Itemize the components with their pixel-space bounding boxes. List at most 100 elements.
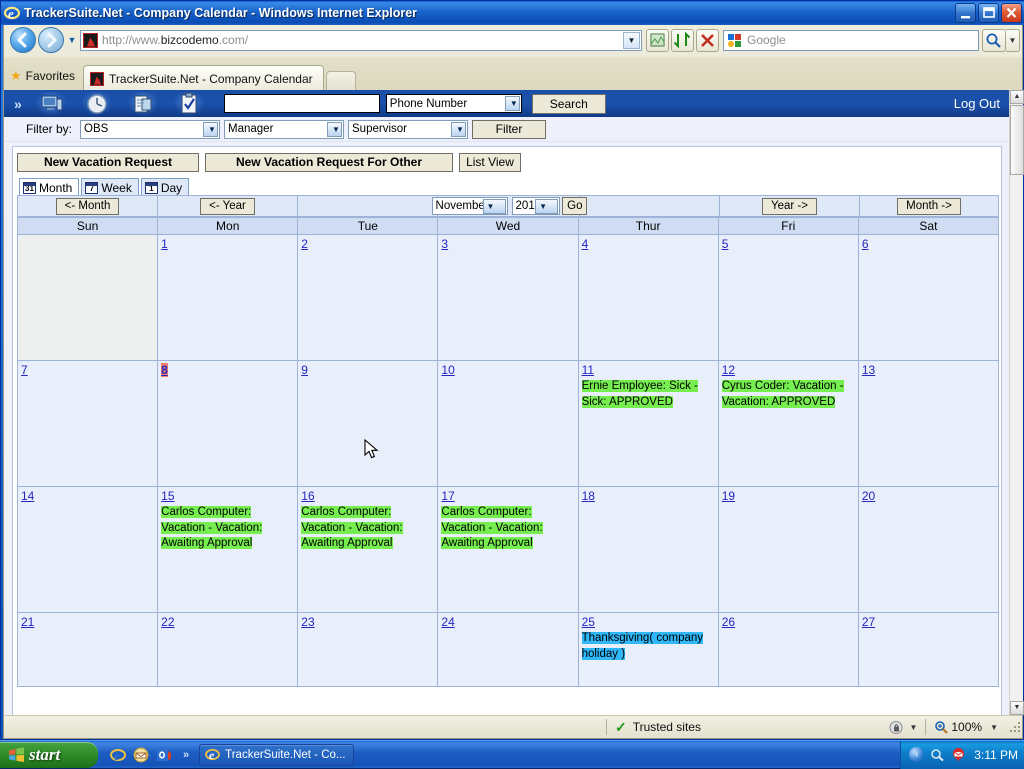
computer-icon[interactable] — [35, 91, 66, 116]
calendar-day-cell[interactable]: 8 — [158, 361, 299, 487]
day-number-link[interactable]: 8 — [161, 363, 168, 377]
day-number-link[interactable]: 15 — [161, 489, 174, 503]
filter-manager-select[interactable]: Manager ▼ — [224, 119, 345, 139]
calendar-day-cell[interactable]: 15 Carlos Computer: Vacation - Vacation: … — [158, 487, 299, 613]
day-number-link[interactable]: 21 — [21, 615, 34, 629]
next-month-button[interactable]: Month -> — [897, 197, 961, 215]
calendar-event[interactable]: Ernie Employee: Sick - Sick: APPROVED — [581, 378, 715, 409]
prev-year-button[interactable]: <- Year — [200, 197, 255, 215]
zoom-level[interactable]: 100% ▼ — [928, 716, 1004, 738]
address-dropdown-icon[interactable]: ▼ — [623, 31, 640, 49]
chevron-down-icon[interactable]: ▼ — [482, 199, 506, 214]
close-button[interactable] — [1001, 3, 1022, 23]
chevron-down-icon[interactable]: ▼ — [504, 96, 520, 111]
calendar-event[interactable]: Cyrus Coder: Vacation - Vacation: APPROV… — [721, 378, 855, 409]
calendar-day-cell[interactable]: 22 — [158, 613, 299, 687]
calendar-day-cell[interactable]: 6 — [858, 235, 999, 361]
calendar-day-cell[interactable]: 25 Thanksgiving( company holiday ) — [578, 613, 719, 687]
minimize-button[interactable] — [955, 3, 976, 23]
refresh-icon[interactable] — [671, 28, 694, 52]
day-number-link[interactable]: 23 — [301, 615, 314, 629]
chevron-down-icon[interactable]: ▼ — [909, 723, 917, 732]
day-number-link[interactable]: 1 — [161, 237, 168, 251]
search-input[interactable]: Google — [723, 29, 979, 51]
stop-icon[interactable] — [696, 28, 719, 52]
day-number-link[interactable]: 16 — [301, 489, 314, 503]
calendar-day-cell[interactable]: 20 — [858, 487, 999, 613]
day-number-link[interactable]: 10 — [441, 363, 454, 377]
day-number-link[interactable]: 2 — [301, 237, 308, 251]
calendar-day-cell[interactable]: 14 — [17, 487, 159, 613]
tab-month[interactable]: 31 Month — [19, 178, 80, 196]
compatibility-view-icon[interactable] — [646, 28, 669, 52]
mail-tray-icon[interactable] — [951, 747, 966, 762]
day-number-link[interactable]: 4 — [582, 237, 589, 251]
tab-day[interactable]: 1 Day — [140, 178, 190, 196]
calendar-event-label[interactable]: Carlos Computer: Vacation - Vacation: Aw… — [161, 506, 263, 549]
chevron-down-icon[interactable]: ▼ — [327, 121, 343, 137]
filter-button[interactable]: Filter — [472, 119, 547, 139]
chevron-down-icon[interactable]: ▼ — [535, 199, 559, 214]
quick-launch-chevron-icon[interactable]: » — [183, 749, 189, 761]
volume-tray-icon[interactable] — [930, 747, 945, 762]
app-menu-chevron-icon[interactable]: » — [14, 96, 22, 112]
day-number-link[interactable]: 5 — [722, 237, 729, 251]
calendar-event[interactable]: Carlos Computer: Vacation - Vacation: Aw… — [301, 504, 434, 551]
calendar-day-cell[interactable]: 5 — [718, 235, 859, 361]
calendar-event[interactable]: Carlos Computer: Vacation - Vacation: Aw… — [161, 504, 294, 551]
day-number-link[interactable]: 13 — [862, 363, 875, 377]
clock-icon[interactable] — [81, 91, 112, 116]
day-number-link[interactable]: 22 — [161, 615, 174, 629]
filter-supervisor-select[interactable]: Supervisor ▼ — [348, 119, 469, 139]
calendar-day-cell[interactable]: 1 — [158, 235, 299, 361]
calendar-day-cell[interactable]: 21 — [17, 613, 159, 687]
calendar-event-label[interactable]: Ernie Employee: Sick - Sick: APPROVED — [581, 380, 698, 408]
security-zone[interactable]: ✓ Trusted sites — [609, 716, 707, 738]
logout-link[interactable]: Log Out — [954, 96, 1000, 111]
search-type-select[interactable]: Phone Number ▼ — [385, 94, 522, 113]
mail-quick-icon[interactable] — [133, 747, 149, 763]
show-hidden-icons-button[interactable]: ‹ — [909, 747, 925, 762]
favorites-button[interactable]: ★ Favorites — [4, 65, 83, 87]
calendar-day-cell[interactable]: 27 — [858, 613, 999, 687]
history-dropdown-icon[interactable]: ▼ — [64, 35, 80, 45]
calendar-event[interactable]: Carlos Computer: Vacation - Vacation: Aw… — [441, 504, 574, 551]
next-year-button[interactable]: Year -> — [762, 197, 817, 215]
calendar-day-cell[interactable]: 13 — [858, 361, 999, 487]
calendar-day-cell[interactable]: 3 — [438, 235, 579, 361]
calendar-day-cell[interactable]: 7 — [17, 361, 159, 487]
search-magnifier-icon[interactable] — [982, 28, 1006, 52]
calendar-event-label[interactable]: Cyrus Coder: Vacation - Vacation: APPROV… — [721, 380, 844, 408]
new-vacation-request-for-other-button[interactable]: New Vacation Request For Other — [205, 152, 453, 172]
day-number-link[interactable]: 24 — [441, 615, 454, 629]
calendar-day-cell[interactable]: 2 — [298, 235, 439, 361]
maximize-button[interactable] — [978, 3, 999, 23]
forward-arrow-icon[interactable] — [38, 27, 64, 53]
reports-icon[interactable] — [127, 91, 158, 116]
calendar-day-cell[interactable]: 10 — [438, 361, 579, 487]
new-tab-button[interactable] — [325, 71, 356, 91]
day-number-link[interactable]: 14 — [21, 489, 34, 503]
day-number-link[interactable]: 17 — [441, 489, 454, 503]
page-scrollbar[interactable]: ▲ ▼ — [1009, 90, 1024, 715]
day-number-link[interactable]: 3 — [441, 237, 448, 251]
start-button[interactable]: start — [0, 741, 98, 768]
day-number-link[interactable]: 7 — [21, 363, 28, 377]
day-number-link[interactable]: 18 — [582, 489, 595, 503]
calendar-day-cell[interactable]: 18 — [578, 487, 719, 613]
day-number-link[interactable]: 11 — [582, 363, 594, 377]
list-view-button[interactable]: List View — [459, 152, 521, 172]
resize-grip-icon[interactable] — [1008, 720, 1022, 734]
calendar-day-cell[interactable]: 16 Carlos Computer: Vacation - Vacation: … — [298, 487, 439, 613]
calendar-event-label[interactable]: Carlos Computer: Vacation - Vacation: Aw… — [441, 506, 543, 549]
prev-month-button[interactable]: <- Month — [55, 197, 120, 215]
approvals-icon[interactable] — [173, 91, 204, 116]
year-select[interactable]: 2010 ▼ — [511, 197, 561, 215]
chevron-down-icon[interactable]: ▼ — [203, 121, 219, 137]
calendar-day-cell[interactable]: 17 Carlos Computer: Vacation - Vacation: … — [438, 487, 579, 613]
ie-quick-icon[interactable]: e — [110, 747, 126, 763]
month-select[interactable]: November ▼ — [431, 197, 508, 215]
outlook-quick-icon[interactable] — [156, 747, 172, 763]
system-clock[interactable]: 3:11 PM — [974, 748, 1018, 762]
task-button-trackersuite[interactable]: e TrackerSuite.Net - Co... — [199, 743, 355, 766]
